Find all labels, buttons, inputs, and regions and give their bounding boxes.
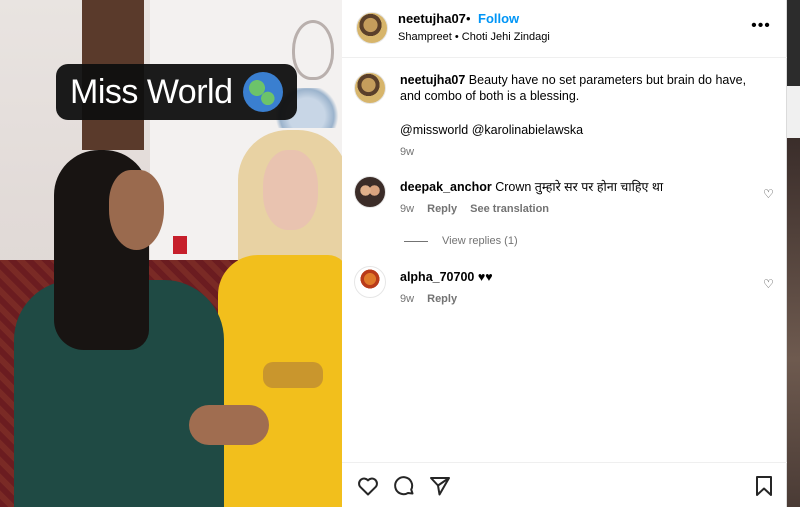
see-translation-button[interactable]: See translation bbox=[470, 203, 549, 215]
post-media[interactable]: Miss World bbox=[0, 0, 342, 507]
view-replies-button[interactable]: View replies (1) bbox=[404, 235, 518, 247]
avatar[interactable] bbox=[354, 72, 386, 104]
avatar[interactable] bbox=[356, 12, 388, 44]
caption-time[interactable]: 9w bbox=[400, 146, 414, 158]
comment-bubble-icon[interactable] bbox=[392, 474, 416, 498]
view-replies-label[interactable]: View replies (1) bbox=[442, 235, 518, 247]
separator-dot: • bbox=[466, 11, 471, 26]
caption-body: neetujha07 Beauty have no set parameters… bbox=[400, 72, 752, 104]
comment-text: Crown तुम्हारे सर पर होना चाहिए था bbox=[495, 180, 664, 194]
audio-subtitle[interactable]: Shampreet • Choti Jehi Zindagi bbox=[398, 31, 550, 43]
globe-americas-icon bbox=[242, 72, 283, 112]
like-heart-icon[interactable]: ♡ bbox=[763, 278, 775, 290]
author-username[interactable]: neetujha07 bbox=[398, 11, 466, 26]
comment-time[interactable]: 9w bbox=[400, 293, 414, 305]
like-heart-icon[interactable]: ♡ bbox=[763, 188, 775, 200]
comment-body: alpha_70700 ♥♥ bbox=[400, 269, 752, 285]
caption-meta: 9w bbox=[400, 146, 424, 158]
comment-username[interactable]: alpha_70700 bbox=[400, 270, 474, 284]
comment-time[interactable]: 9w bbox=[400, 203, 414, 215]
overlay-text: Miss World bbox=[70, 72, 233, 111]
comment-body: deepak_anchor Crown तुम्हारे सर पर होना … bbox=[400, 179, 752, 195]
caption-mentions[interactable]: @missworld @karolinabielawska bbox=[400, 122, 752, 138]
comment-meta: 9w Reply bbox=[400, 293, 467, 305]
follow-button[interactable]: Follow bbox=[478, 11, 519, 26]
background-next-post bbox=[787, 0, 800, 507]
like-heart-icon[interactable] bbox=[356, 474, 380, 498]
comment-meta: 9w Reply See translation bbox=[400, 203, 559, 215]
more-horizontal-icon[interactable]: ••• bbox=[751, 16, 771, 36]
avatar[interactable] bbox=[354, 266, 386, 298]
bookmark-icon[interactable] bbox=[752, 474, 776, 498]
reply-button[interactable]: Reply bbox=[427, 203, 457, 215]
person-left bbox=[14, 150, 269, 507]
comment-text: ♥♥ bbox=[477, 270, 493, 284]
divider-line bbox=[404, 240, 428, 242]
comment-username[interactable]: deepak_anchor bbox=[400, 180, 492, 194]
next-post-image bbox=[787, 138, 800, 507]
media-text-overlay: Miss World bbox=[56, 64, 297, 120]
next-post-peek bbox=[787, 86, 800, 138]
post-panel: neetujha07 • Follow Shampreet • Choti Je… bbox=[342, 0, 787, 507]
share-send-icon[interactable] bbox=[428, 474, 452, 498]
banner-logo bbox=[292, 20, 334, 80]
reply-button[interactable]: Reply bbox=[427, 293, 457, 305]
caption-username[interactable]: neetujha07 bbox=[400, 73, 465, 87]
comments-list[interactable]: neetujha07 Beauty have no set parameters… bbox=[342, 58, 787, 462]
person-right bbox=[218, 100, 342, 507]
avatar[interactable] bbox=[354, 176, 386, 208]
post-header: neetujha07 • Follow Shampreet • Choti Je… bbox=[342, 0, 787, 58]
post-actions bbox=[342, 462, 787, 507]
